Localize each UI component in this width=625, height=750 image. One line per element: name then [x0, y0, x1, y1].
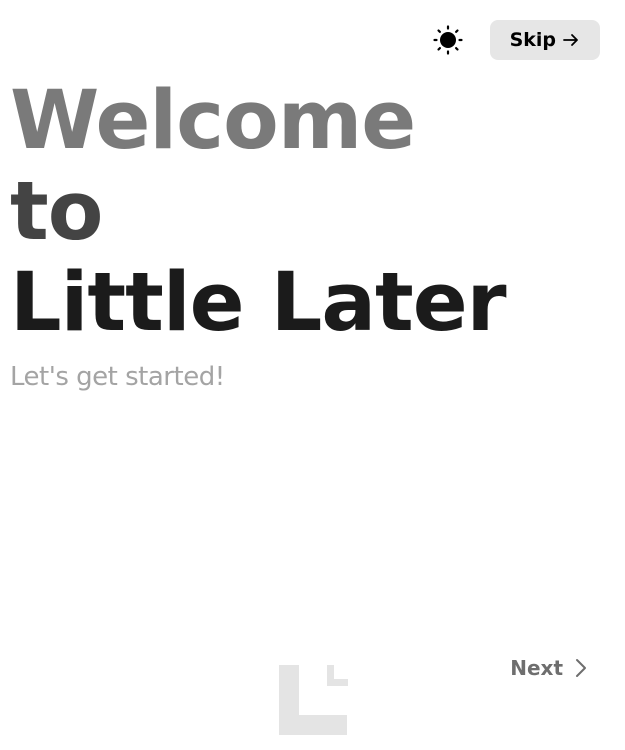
chevron-right-icon — [576, 659, 586, 677]
headline-line-3: Little Later — [10, 256, 507, 350]
headline-line-1: Welcome — [10, 74, 416, 168]
top-bar: Skip — [432, 20, 600, 60]
welcome-headline: Welcome to Little Later — [10, 74, 507, 350]
onboarding-screen: Skip Welcome to Little Later Let's get s… — [0, 0, 625, 750]
sun-icon — [432, 25, 463, 55]
theme-toggle-button[interactable] — [432, 24, 464, 56]
arrow-right-icon — [563, 34, 578, 46]
subtitle: Let's get started! — [10, 362, 225, 392]
next-button[interactable]: Next — [510, 656, 587, 680]
next-label: Next — [510, 656, 563, 680]
skip-button[interactable]: Skip — [489, 20, 600, 60]
skip-label: Skip — [509, 29, 556, 51]
headline-line-2: to — [10, 165, 103, 259]
little-later-logo-icon — [279, 665, 349, 735]
